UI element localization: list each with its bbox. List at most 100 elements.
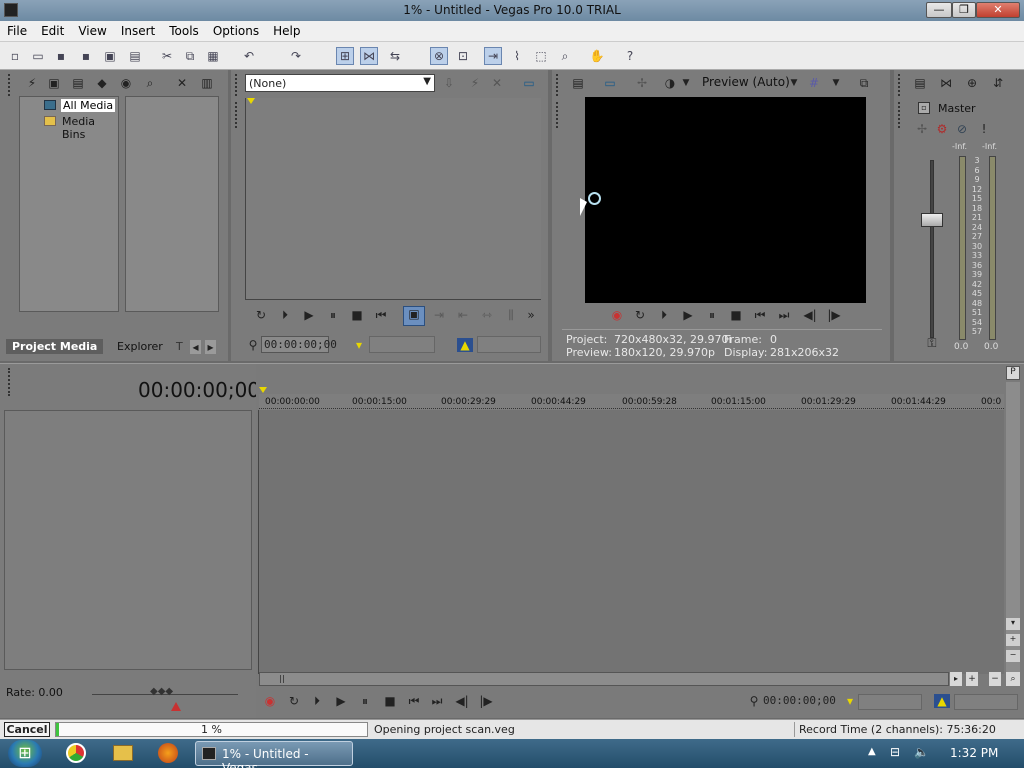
import-media-icon[interactable]: ⚡ — [24, 76, 40, 90]
timeline-cursor-timecode[interactable]: 00:00:00;00 — [763, 694, 836, 710]
trimmer-timecode[interactable]: 00:00:00;00 — [261, 336, 337, 353]
timeline-pause-icon[interactable]: ⏸ — [357, 694, 373, 708]
preview-go-to-start-icon[interactable]: ⏮ — [752, 308, 768, 322]
video-fx-icon[interactable]: ✢ — [634, 76, 650, 90]
network-icon[interactable]: ⊟ — [890, 745, 900, 759]
timeline-play-icon[interactable]: ▶ — [333, 694, 349, 708]
zoom-tool-small-icon[interactable]: ⌕ — [1006, 672, 1020, 686]
open-icon[interactable]: ▭ — [29, 47, 47, 65]
next-frame-icon[interactable]: |▶ — [826, 308, 842, 322]
timeline-stop-icon[interactable]: ■ — [382, 694, 398, 708]
copy-snapshot-icon[interactable]: ⧉ — [856, 76, 872, 90]
split-screen-icon[interactable]: ◑ — [662, 76, 678, 90]
pause-icon[interactable]: ⏸ — [325, 308, 341, 322]
zoom-in-vertical-icon[interactable]: + — [1006, 634, 1020, 646]
playback-rate-slider[interactable]: ◆◆◆ — [150, 686, 174, 698]
trimmer-selection-length[interactable] — [477, 336, 541, 353]
previous-frame-icon[interactable]: ◀| — [802, 308, 818, 322]
video-preview-display[interactable] — [585, 97, 866, 303]
tree-item-media-bins[interactable]: Media Bins — [62, 115, 118, 141]
menu-insert[interactable]: Insert — [114, 21, 162, 38]
preview-quality-dropdown[interactable]: Preview (Auto) — [702, 75, 790, 89]
chrome-icon[interactable] — [66, 743, 86, 763]
tab-scroll-right-icon[interactable]: ▸ — [205, 340, 216, 354]
overwrite-icon[interactable]: ▣ — [403, 306, 425, 326]
mixer-mono-icon[interactable]: ⇵ — [990, 76, 1006, 90]
timeline-go-to-end-icon[interactable]: ⏭ — [429, 694, 445, 708]
trimmer-selection-start[interactable] — [369, 336, 435, 353]
track-lanes[interactable] — [258, 410, 1004, 674]
master-solo-icon[interactable]: ! — [976, 122, 992, 136]
scroll-down-icon[interactable]: ▾ — [1006, 618, 1020, 630]
menu-help[interactable]: Help — [266, 21, 307, 38]
preview-stop-icon[interactable]: ■ — [728, 308, 744, 322]
overlays-chevron-icon[interactable]: ▼ — [828, 76, 844, 90]
cancel-button[interactable]: Cancel — [4, 722, 50, 737]
insert-icon[interactable]: ⇥ — [431, 308, 447, 322]
timeline-timecode[interactable]: 00:00:00;00 — [138, 378, 260, 402]
more-controls-icon[interactable]: » — [523, 308, 539, 322]
zoom-out-vertical-icon[interactable]: − — [1006, 650, 1020, 662]
split-screen-chevron-icon[interactable]: ▼ — [678, 76, 694, 90]
zoom-out-time-icon[interactable]: − — [989, 672, 1001, 686]
video-monitor-icon[interactable]: ▭ — [521, 76, 537, 90]
auto-crossfade-icon[interactable]: ⋈ — [360, 47, 378, 65]
volume-muted-icon[interactable]: 🔈 — [914, 745, 929, 759]
trimmer-options-icon[interactable]: ⚡ — [467, 76, 483, 90]
timeline-loop-icon[interactable]: ↻ — [286, 694, 302, 708]
zoom-in-time-icon[interactable]: + — [966, 672, 978, 686]
fit-to-fill-icon[interactable]: ⫼ — [503, 308, 519, 322]
cut-icon[interactable]: ✂ — [158, 47, 176, 65]
tab-project-media[interactable]: Project Media — [6, 339, 104, 354]
timeline-go-to-start-icon[interactable]: ⏮ — [406, 694, 422, 708]
close-button[interactable]: ✕ — [976, 2, 1020, 18]
preview-go-to-end-icon[interactable]: ⏭ — [776, 308, 792, 322]
lock-envelopes-icon[interactable]: ⊗ — [430, 47, 448, 65]
trimmer-display[interactable] — [245, 98, 541, 300]
mixer-properties-icon[interactable]: ▤ — [912, 76, 928, 90]
go-to-start-icon[interactable]: ⏮ — [373, 308, 389, 322]
master-fader-handle[interactable] — [921, 213, 943, 227]
track-headers-area[interactable] — [4, 410, 252, 670]
timeline-vertical-scrollbar[interactable]: ▾ + − — [1006, 382, 1020, 674]
master-insert-fx-icon[interactable]: ✢ — [914, 122, 930, 136]
tab-transitions-partial[interactable]: T — [176, 340, 183, 353]
snapping-icon[interactable]: ⊞ — [336, 47, 354, 65]
media-fx-icon[interactable]: ◉ — [118, 76, 134, 90]
paste-icon[interactable]: ▦ — [204, 47, 222, 65]
capture-video-icon[interactable]: ▣ — [46, 76, 62, 90]
overlays-icon[interactable]: # — [806, 76, 822, 90]
remove-unused-icon[interactable]: ◆ — [94, 76, 110, 90]
add-to-timeline-icon[interactable]: ⇩ — [441, 76, 457, 90]
start-button-icon[interactable]: ⊞ — [8, 740, 42, 767]
external-monitor-icon[interactable]: ▭ — [602, 76, 618, 90]
show-hidden-icons-icon[interactable]: ▲ — [868, 746, 876, 757]
render-icon[interactable]: ▣ — [101, 47, 119, 65]
master-fx-icon[interactable]: ⚙ — [934, 122, 950, 136]
copy-icon[interactable]: ⧉ — [181, 47, 199, 65]
timeline-horizontal-scrollbar[interactable]: || — [259, 672, 949, 686]
play-icon[interactable]: ▶ — [301, 308, 317, 322]
auto-ripple-icon[interactable]: ⇆ — [386, 47, 404, 65]
downmix-icon[interactable]: ⋈ — [938, 76, 954, 90]
preview-play-from-start-icon[interactable]: ⏵ — [656, 308, 672, 322]
delete-icon[interactable]: ✕ — [174, 76, 190, 90]
record-icon[interactable]: ◉ — [609, 308, 625, 322]
properties-icon[interactable]: ▤ — [126, 47, 144, 65]
timeline-play-from-start-icon[interactable]: ⏵ — [309, 694, 325, 708]
menu-tools[interactable]: Tools — [162, 21, 206, 38]
views-icon[interactable]: ▥ — [199, 76, 215, 90]
save-icon[interactable]: ▪ — [52, 47, 70, 65]
save-as-icon[interactable]: ▪ — [77, 47, 95, 65]
new-icon[interactable]: ▫ — [6, 47, 24, 65]
menu-options[interactable]: Options — [206, 21, 266, 38]
preview-quality-chevron-icon[interactable]: ▼ — [786, 76, 802, 90]
tab-explorer[interactable]: Explorer — [112, 340, 168, 353]
redo-icon[interactable]: ↷ — [287, 47, 305, 65]
time-ruler[interactable]: 00:00:00:00 00:00:15:00 00:00:29:29 00:0… — [259, 394, 1004, 410]
timeline-next-frame-icon[interactable]: |▶ — [478, 694, 494, 708]
timeline-selection-length[interactable] — [954, 694, 1018, 710]
trimmer-source-dropdown[interactable]: (None) ▼ — [245, 74, 435, 92]
tab-scroll-left-icon[interactable]: ◂ — [190, 340, 201, 354]
firefox-icon[interactable] — [158, 743, 178, 763]
